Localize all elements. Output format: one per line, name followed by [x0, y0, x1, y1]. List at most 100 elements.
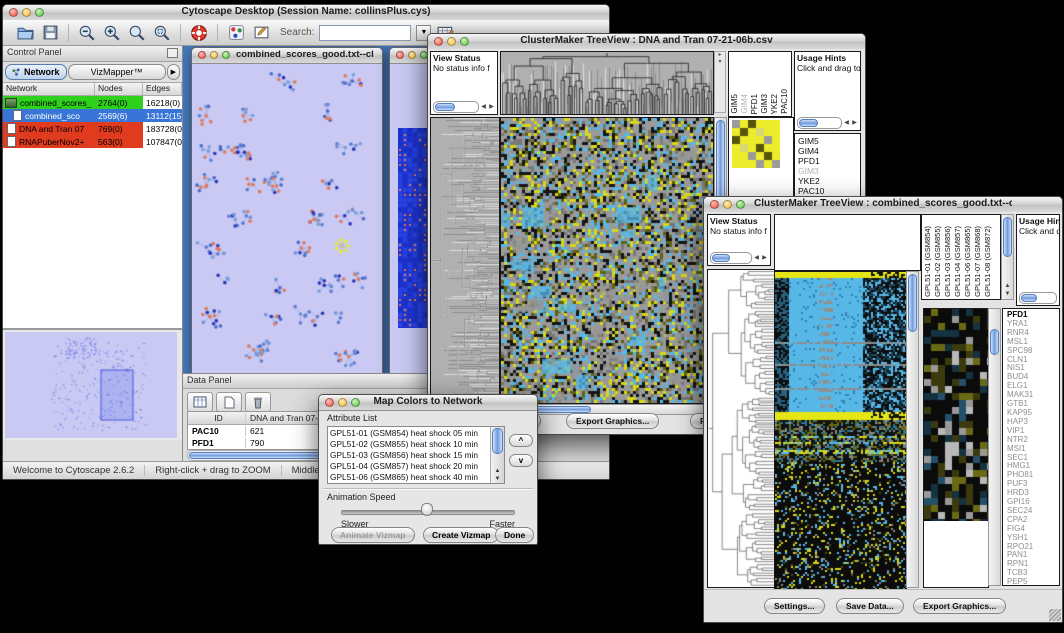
close-button[interactable] — [9, 8, 18, 17]
move-down-button[interactable]: v — [509, 454, 533, 467]
close-button[interactable] — [710, 200, 719, 209]
close-button[interactable] — [325, 398, 334, 407]
minimize-button[interactable] — [210, 51, 218, 59]
right-arrow-icon[interactable]: ▶ — [761, 254, 768, 261]
array-dendrogram[interactable] — [501, 52, 713, 114]
attribute-item[interactable]: GPL51-04 (GSM857) heat shock 20 min — [330, 461, 490, 472]
column-label[interactable]: GPL51-07 (GSM868) — [974, 226, 982, 297]
gene-label[interactable]: GIM4 — [798, 146, 860, 156]
gene-label[interactable]: PAC10 — [798, 186, 860, 196]
help-lifesaver-icon[interactable] — [189, 23, 209, 43]
scrollbar-thumb[interactable] — [492, 428, 503, 454]
column-header-nodes[interactable]: Nodes — [95, 83, 143, 95]
column-label[interactable]: PFD1 — [751, 94, 759, 114]
close-button[interactable] — [434, 37, 443, 46]
gene-label[interactable]: GIM5 — [798, 136, 860, 146]
column-label[interactable]: GPL51-06 (GSM865) — [964, 226, 972, 297]
attribute-item[interactable]: GPL51-02 (GSM855) heat shock 10 min — [330, 439, 490, 450]
export-graphics-button[interactable]: Export Graphics... — [913, 598, 1006, 614]
column-label[interactable]: YKE2 — [771, 94, 779, 114]
column-label[interactable]: GIM4 — [741, 94, 749, 114]
minimize-button[interactable] — [22, 8, 31, 17]
attribute-item[interactable]: GPL51-03 (GSM856) heat shock 15 min — [330, 450, 490, 461]
scrollbar-thumb[interactable] — [1003, 217, 1012, 257]
global-heatmap[interactable] — [775, 272, 906, 589]
close-button[interactable] — [198, 51, 206, 59]
delete-attribute-icon[interactable] — [245, 392, 271, 412]
network-view-window[interactable]: combined_scores_good.txt--cluste... — [191, 47, 383, 375]
slider-thumb[interactable] — [421, 503, 433, 516]
network-row-combined-sco-selected[interactable]: combined_sco 2569(6) 13112(15) — [3, 109, 182, 122]
column-label[interactable]: GPL51-03 (GSM856) — [944, 226, 952, 297]
attribute-item[interactable]: GPL51-06 (GSM865) heat shock 40 min — [330, 472, 490, 483]
tab-vizmapper[interactable]: VizMapper™ — [68, 64, 166, 80]
scrollbar-thumb[interactable] — [908, 274, 917, 332]
column-header-edges[interactable]: Edges — [143, 83, 182, 95]
gene-label[interactable]: GIM3 — [798, 166, 860, 176]
network-canvas[interactable] — [192, 64, 380, 374]
zoom-in-icon[interactable] — [102, 23, 122, 43]
id-column-header[interactable]: ID — [188, 413, 246, 423]
zoom-heatmap[interactable] — [924, 309, 988, 521]
export-graphics-button[interactable]: Export Graphics... — [566, 413, 659, 429]
gene-dendrogram[interactable] — [431, 118, 499, 403]
maximize-button[interactable] — [222, 51, 230, 59]
maximize-button[interactable] — [736, 200, 745, 209]
maximize-button[interactable] — [35, 8, 44, 17]
minimize-button[interactable] — [338, 398, 347, 407]
gene-label[interactable]: PEP5 — [1007, 578, 1059, 586]
network-row-dna-and-tran[interactable]: DNA and Tran 07 769(0) 183728(0) — [3, 122, 182, 135]
scrollbar-thumb[interactable] — [716, 120, 725, 202]
left-arrow-icon[interactable]: ◀ — [753, 254, 760, 261]
tab-network[interactable]: Network — [5, 64, 67, 80]
dialog-titlebar[interactable]: Map Colors to Network — [319, 395, 537, 411]
column-label[interactable]: PAC10 — [781, 89, 789, 114]
right-arrow-icon[interactable]: ▶ — [488, 103, 495, 110]
new-attribute-icon[interactable] — [216, 392, 242, 412]
animate-vizmap-button[interactable]: Animate Vizmap — [331, 527, 415, 543]
treeview1-titlebar[interactable]: ClusterMaker TreeView : DNA and Tran 07-… — [428, 34, 865, 50]
float-panel-icon[interactable] — [167, 48, 178, 58]
close-button[interactable] — [396, 51, 404, 59]
column-label[interactable]: GPL51-04 (GSM857) — [954, 226, 962, 297]
gene-dendrogram[interactable] — [708, 270, 774, 587]
down-arrow-icon[interactable]: ▼ — [491, 476, 504, 482]
zoom-out-icon[interactable] — [77, 23, 97, 43]
move-up-button[interactable]: ^ — [509, 434, 533, 447]
left-arrow-icon[interactable]: ◀ — [480, 103, 487, 110]
search-input[interactable] — [319, 25, 411, 41]
save-icon[interactable] — [40, 23, 60, 43]
column-header-network[interactable]: Network — [3, 83, 95, 95]
network-row-rnapubernov2[interactable]: RNAPuberNov2+ 563(0) 107847(0) — [3, 135, 182, 148]
attribute-list-scrollbar[interactable]: ▲ ▼ — [490, 427, 504, 483]
down-arrow-icon[interactable]: ▼ — [1002, 291, 1013, 297]
zoom-heatmap[interactable] — [732, 120, 780, 168]
settings-button[interactable]: Settings... — [764, 598, 825, 614]
tab-overflow-arrow[interactable]: ▶ — [167, 64, 180, 80]
scrollbar-thumb[interactable] — [990, 329, 999, 355]
splitter-arrows[interactable]: ▸▾ — [714, 51, 726, 113]
up-arrow-icon[interactable]: ▲ — [1002, 283, 1013, 289]
vizmapper-icon[interactable] — [226, 23, 246, 43]
right-arrow-icon[interactable]: ▶ — [851, 119, 858, 126]
done-button[interactable]: Done — [495, 527, 534, 543]
attribute-item[interactable]: GPL51-07 (GSM868) heat shock 60 min — [330, 483, 490, 484]
zoom-fit-icon[interactable] — [127, 23, 147, 43]
annotation-icon[interactable] — [251, 23, 271, 43]
network-row-combined-scores[interactable]: combined_scores_ 2764(0) 16218(0) — [3, 96, 182, 109]
treeview2-titlebar[interactable]: ClusterMaker TreeView : combined_scores_… — [704, 197, 1062, 213]
minimize-button[interactable] — [447, 37, 456, 46]
column-label[interactable]: GIM3 — [761, 94, 769, 114]
open-file-icon[interactable] — [15, 23, 35, 43]
zoom-selected-icon[interactable] — [152, 23, 172, 43]
up-arrow-icon[interactable]: ▲ — [491, 468, 504, 474]
resize-grip[interactable] — [1049, 609, 1061, 621]
select-attributes-icon[interactable] — [187, 392, 213, 412]
main-titlebar[interactable]: Cytoscape Desktop (Session Name: collins… — [3, 5, 609, 21]
network-birdseye-view[interactable] — [5, 332, 177, 438]
array-tree-area[interactable] — [774, 214, 921, 271]
column-label[interactable]: GPL51-01 (GSM854) — [924, 226, 932, 297]
attribute-item[interactable]: GPL51-01 (GSM854) heat shock 05 min — [330, 428, 490, 439]
gene-label[interactable]: PFD1 — [798, 156, 860, 166]
gene-label[interactable]: YKE2 — [798, 176, 860, 186]
